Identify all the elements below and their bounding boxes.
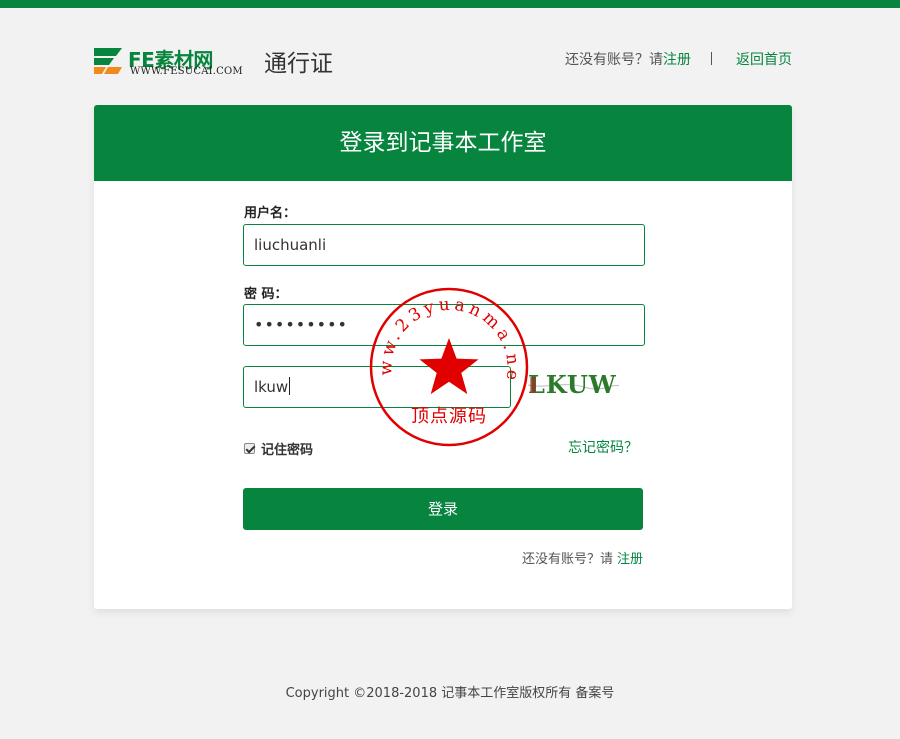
captcha-image-text: LKUW bbox=[528, 370, 617, 399]
stamp-name-text: 顶点源码 bbox=[411, 406, 487, 427]
password-label: 密 码： bbox=[244, 287, 288, 302]
bottom-no-account-text: 还没有账号？请 bbox=[521, 552, 613, 567]
forgot-password-link[interactable]: 忘记密码？ bbox=[568, 437, 638, 457]
back-home-link[interactable]: 返回首页 bbox=[736, 51, 792, 67]
login-button[interactable]: 登录 bbox=[243, 488, 643, 530]
header: FE素材网 WWW.FESUCAI.COM 通行证 还没有账号？请注册 返回首页 bbox=[94, 40, 792, 80]
header-links: 还没有账号？请注册 返回首页 bbox=[565, 49, 792, 69]
logo-mark-icon bbox=[94, 48, 122, 74]
watermark-stamp: www.23yuanma.net 顶点源码 bbox=[368, 286, 529, 447]
text-caret bbox=[289, 377, 291, 395]
captcha-input-value: lkuw bbox=[254, 378, 289, 396]
page-subtitle: 通行证 bbox=[264, 51, 333, 77]
top-accent-bar bbox=[0, 0, 900, 8]
remember-checkbox[interactable] bbox=[244, 443, 255, 454]
site-logo[interactable]: FE素材网 WWW.FESUCAI.COM bbox=[94, 44, 246, 78]
logo-url: WWW.FESUCAI.COM bbox=[130, 66, 243, 77]
username-label: 用户名： bbox=[244, 206, 297, 221]
header-divider bbox=[711, 52, 712, 65]
header-register-link[interactable]: 注册 bbox=[663, 51, 691, 67]
bottom-register-prompt: 还没有账号？请 注册 bbox=[522, 548, 643, 567]
stamp-star-icon bbox=[419, 338, 479, 395]
bottom-register-link[interactable]: 注册 bbox=[617, 552, 643, 567]
header-no-account-text: 还没有账号？请 bbox=[565, 51, 663, 67]
footer-copyright: Copyright ©2018-2018 记事本工作室版权所有 备案号 bbox=[285, 686, 615, 701]
username-input[interactable]: liuchuanli bbox=[243, 224, 645, 266]
captcha-image[interactable]: LKUW bbox=[524, 363, 620, 403]
remember-password[interactable]: 记住密码 bbox=[244, 439, 313, 458]
login-card-title: 登录到记事本工作室 bbox=[94, 105, 792, 181]
remember-label: 记住密码 bbox=[261, 443, 314, 458]
